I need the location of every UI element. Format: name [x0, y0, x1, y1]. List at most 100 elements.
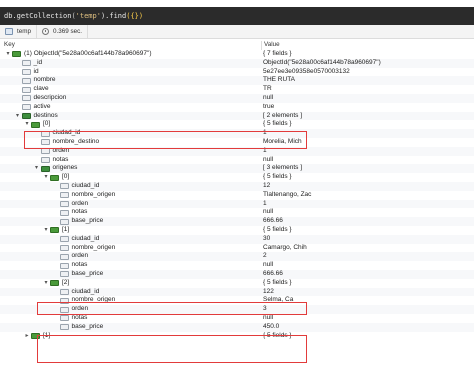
query-collection: 'temp'	[75, 12, 101, 20]
tree-row[interactable]: ▾ [1] { 5 fields }	[0, 226, 474, 235]
tree-value: true	[263, 102, 275, 110]
field-icon	[59, 236, 69, 243]
tree-key-label: orden	[71, 252, 89, 260]
tree-row[interactable]: base_price 450.0	[0, 322, 474, 332]
tree-key-label: nombre_origen	[71, 243, 116, 251]
tree-row[interactable]: descripcion null	[0, 94, 474, 103]
tree-row[interactable]: clave TR	[0, 85, 474, 94]
tree-row[interactable]: id 5e27ee3e09358e0570003132	[0, 68, 474, 77]
tree-key-cell: active	[14, 102, 51, 112]
tree-key-label: nombre	[33, 76, 56, 84]
document-icon	[50, 227, 59, 234]
expand-arrow-icon[interactable]: ▾	[4, 50, 12, 59]
document-icon	[12, 51, 21, 58]
tree-row[interactable]: nombre THE RUTA	[0, 76, 474, 86]
document-icon	[31, 121, 40, 128]
tree-row[interactable]: ▾ [0] { 5 fields }	[0, 120, 474, 129]
tree-row[interactable]: ▾ (1) ObjectId("5e28a00c6af144b78a960697"…	[0, 50, 474, 59]
tree-key-cell: nombre_origen	[52, 243, 116, 253]
tree-key-label: [2]	[62, 278, 70, 286]
tree-row[interactable]: orden 1	[0, 199, 474, 209]
collapse-arrow-icon[interactable]: ▸	[23, 332, 31, 341]
document-icon	[50, 174, 59, 181]
query-editor[interactable]: db.getCollection('temp').find({})	[0, 7, 474, 25]
column-header-key[interactable]: Key	[4, 41, 15, 48]
tree-row[interactable]: ciudad_id 122	[0, 287, 474, 297]
tree-row[interactable]: _id ObjectId("5e28a00c6af144b78a960697")	[0, 58, 474, 68]
query-mid: ).find	[100, 12, 127, 20]
tree-key-label: clave	[33, 85, 49, 93]
tree-value: { 5 fields }	[263, 173, 292, 181]
field-icon	[59, 271, 69, 278]
field-icon	[59, 315, 69, 322]
field-icon	[21, 95, 31, 102]
tree-key-label: descripcion	[33, 94, 67, 101]
expand-arrow-icon[interactable]: ▾	[14, 112, 22, 121]
tree-key-label: ciudad_id	[71, 182, 100, 189]
tree-row[interactable]: base_price 666.66	[0, 270, 474, 279]
tree-key-cell: ▾ [1]	[42, 226, 69, 235]
tree-row[interactable]: base_price 666.66	[0, 217, 474, 226]
tree-key-cell: ciudad_id	[52, 234, 100, 244]
tree-key-label: base_price	[71, 270, 104, 277]
tree-value: 1	[263, 199, 267, 207]
tree-value: null	[263, 314, 274, 321]
field-icon	[21, 86, 31, 93]
tree-row[interactable]: ciudad_id 12	[0, 182, 474, 191]
query-time-indicator: 0.369 sec.	[37, 25, 89, 38]
expand-arrow-icon[interactable]: ▾	[33, 164, 41, 173]
field-icon	[21, 77, 31, 84]
field-icon	[59, 288, 69, 295]
tree-value: null	[263, 208, 274, 216]
highlight-box	[37, 302, 307, 315]
tree-row[interactable]: ciudad_id 30	[0, 234, 474, 244]
tree-key-label: active	[33, 102, 51, 110]
tree-row[interactable]: notas null	[0, 156, 474, 165]
field-icon	[59, 200, 69, 207]
tree-key-cell: ▾ [0]	[23, 120, 50, 129]
tree-key-cell: ▾ (1) ObjectId("5e28a00c6af144b78a960697"…	[4, 50, 152, 59]
tree-value: 30	[263, 234, 271, 242]
tree-row[interactable]: ▾ [0] { 5 fields }	[0, 173, 474, 182]
field-icon	[59, 253, 69, 260]
tree-row[interactable]: nombre_origen Camargo, Chih	[0, 244, 474, 253]
tree-row[interactable]: notas null	[0, 208, 474, 217]
collection-icon	[5, 28, 13, 35]
expand-arrow-icon[interactable]: ▾	[23, 120, 31, 129]
tree-row[interactable]: orden 2	[0, 252, 474, 262]
tree-value: { 5 fields }	[263, 278, 292, 286]
tree-key-cell: ▾ [0]	[42, 173, 69, 182]
tree-value: { 5 fields }	[263, 120, 292, 128]
expand-arrow-icon[interactable]: ▾	[42, 279, 50, 288]
tree-key-label: ciudad_id	[71, 234, 100, 242]
array-icon	[21, 112, 31, 119]
query-args: ({})	[126, 12, 144, 20]
column-divider[interactable]	[261, 41, 262, 50]
field-icon	[59, 244, 69, 251]
collection-indicator[interactable]: temp	[0, 25, 37, 38]
tree-key-cell: id	[14, 68, 39, 77]
tree-key-label: ciudad_id	[71, 287, 100, 295]
field-icon	[21, 68, 31, 75]
field-icon	[59, 209, 69, 216]
tree-row[interactable]: notas null	[0, 261, 474, 270]
tree-value: { 5 fields }	[263, 226, 292, 233]
tree-key-cell: nombre	[14, 76, 56, 85]
tree-row[interactable]: notas null	[0, 314, 474, 323]
tree-row[interactable]: ▾ origenes [ 3 elements ]	[0, 164, 474, 174]
highlight-box	[24, 131, 307, 149]
tree-row[interactable]: ▾ destinos [ 2 elements ]	[0, 111, 474, 121]
tree-value: 666.66	[263, 270, 283, 277]
column-header-value[interactable]: Value	[264, 41, 280, 48]
tree-row[interactable]: active true	[0, 103, 474, 112]
tree-row[interactable]: ▾ [2] { 5 fields }	[0, 279, 474, 288]
field-icon	[59, 262, 69, 269]
tree-row[interactable]: nombre_origen Tlaltenango, Zac	[0, 191, 474, 200]
expand-arrow-icon[interactable]: ▾	[42, 173, 50, 182]
tree-value: 450.0	[263, 322, 280, 330]
tree-key-label: notas	[71, 208, 88, 216]
tree-value: TR	[263, 85, 272, 93]
expand-arrow-icon[interactable]: ▾	[42, 226, 50, 235]
query-time: 0.369 sec.	[53, 28, 83, 35]
array-icon	[40, 165, 50, 172]
